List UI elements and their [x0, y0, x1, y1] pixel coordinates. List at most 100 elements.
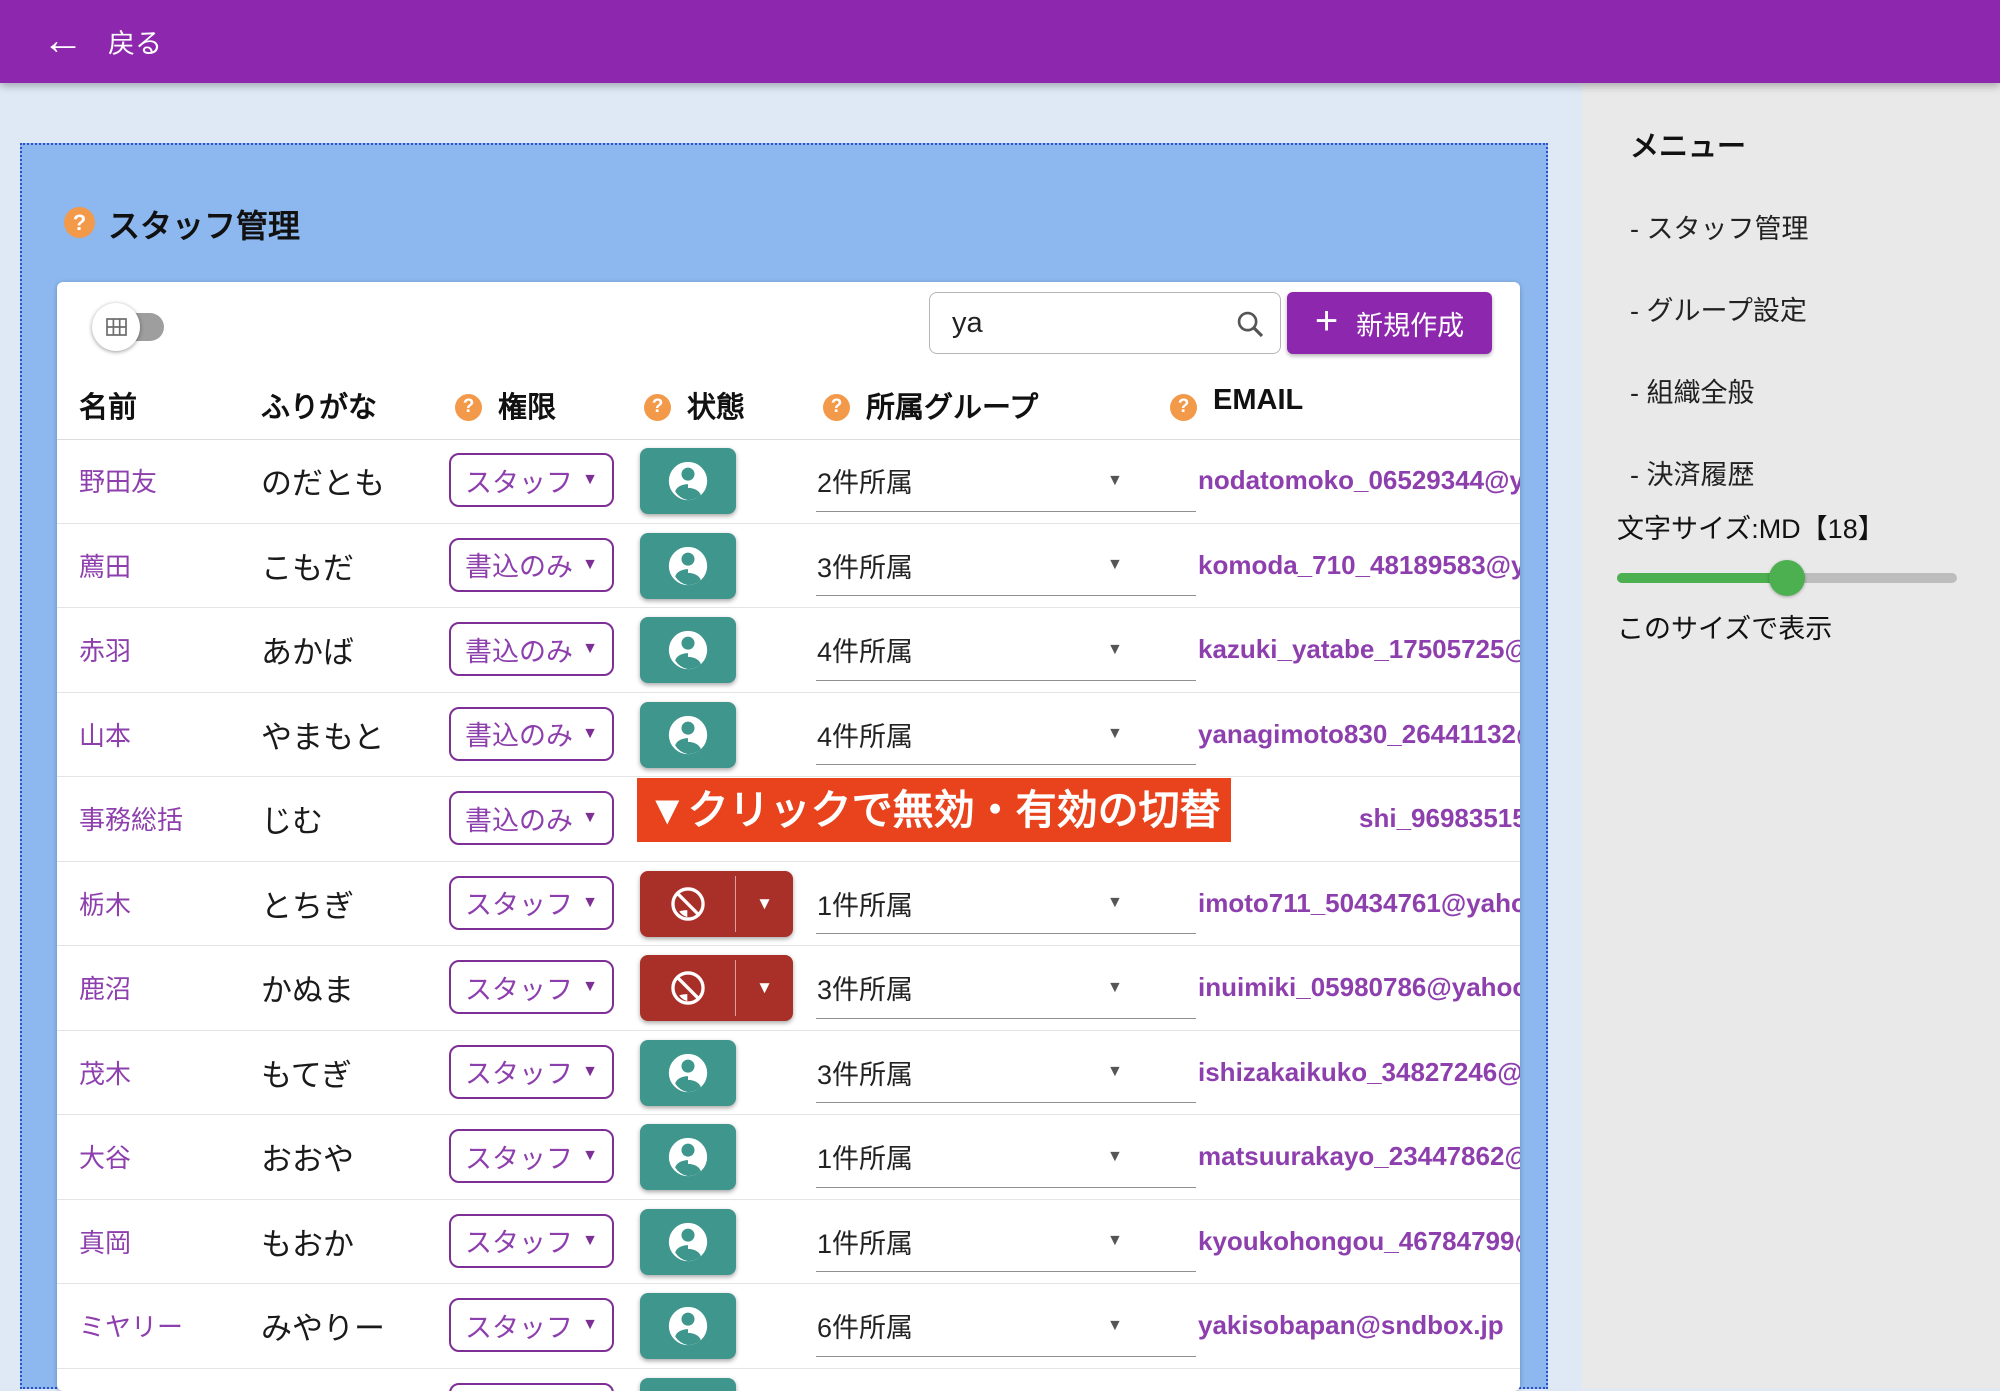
permission-select[interactable]: 書込のみ▼: [449, 707, 614, 761]
sidebar-item-payment-history[interactable]: - 決済履歴: [1630, 453, 1755, 492]
email-link[interactable]: nodatomoko_06529344@yaho: [1198, 439, 1520, 523]
toggle-thumb: [92, 303, 140, 351]
chevron-down-icon[interactable]: ▼: [1107, 1369, 1123, 1391]
toggle-hint-banner: ▼クリックで無効・有効の切替: [637, 778, 1231, 842]
email-link[interactable]: ishizakaikuko_34827246@yah: [1198, 1031, 1520, 1115]
back-button[interactable]: ← 戻る: [42, 21, 162, 63]
table-row: 赤羽あかば書込のみ▼ 4件所属▼kazuki_yatabe_17505725@h…: [57, 608, 1520, 693]
create-new-button[interactable]: + 新規作成: [1287, 292, 1492, 354]
permission-value: スタッフ: [465, 883, 573, 922]
staff-name: 茂木: [79, 1031, 131, 1115]
permission-select[interactable]: スタッフ▼: [449, 1045, 614, 1099]
staff-name: 鹿沼: [79, 946, 131, 1030]
grid-view-toggle[interactable]: [92, 302, 168, 352]
person-icon: [665, 1303, 711, 1349]
chevron-down-icon: ▼: [582, 471, 598, 489]
email-link[interactable]: yakiudon@sndbox.jp: [1198, 1369, 1460, 1391]
permission-select[interactable]: スタッフ▼: [449, 876, 614, 930]
table-row: 大谷おおやスタッフ▼ 1件所属▼matsuurakayo_23447862@gm: [57, 1115, 1520, 1200]
email-link[interactable]: kazuki_yatabe_17505725@hot: [1198, 608, 1520, 692]
email-link[interactable]: shi_96983515@: [1359, 777, 1520, 861]
staff-management-panel: ? スタッフ管理: [20, 143, 1548, 1389]
permission-select[interactable]: スタッフ ▼: [449, 453, 614, 507]
sidebar-item-group-settings[interactable]: - グループ設定: [1630, 289, 1807, 328]
search-icon[interactable]: [1234, 308, 1266, 345]
menu-sidebar: メニュー - スタッフ管理 - グループ設定 - 組織全般 - 決済履歴 文字サ…: [1582, 83, 2000, 1389]
staff-furigana: のだとも: [261, 439, 385, 523]
slider-thumb[interactable]: [1769, 560, 1805, 596]
permission-select[interactable]: スタッフ ▼: [449, 1214, 614, 1268]
status-active-button[interactable]: [640, 1209, 736, 1275]
font-size-slider[interactable]: [1617, 566, 1957, 590]
group-select-underline: [816, 595, 1196, 596]
sidebar-item-organization[interactable]: - 組織全般: [1630, 371, 1755, 410]
permission-select[interactable]: スタッフ▼: [449, 960, 614, 1014]
email-link[interactable]: imoto711_50434761@yahoo.c: [1198, 862, 1520, 946]
menu-title: メニュー: [1630, 123, 1746, 165]
permission-select[interactable]: スタッフ▼: [449, 1129, 614, 1183]
status-active-button[interactable]: [640, 1124, 736, 1190]
status-disabled-button[interactable]: ▼: [640, 955, 793, 1021]
status-active-button[interactable]: [640, 617, 736, 683]
staff-furigana: もおか: [261, 1200, 354, 1284]
chevron-down-icon[interactable]: ▼: [736, 955, 793, 1021]
staff-furigana: あかば: [261, 608, 354, 692]
permission-value: スタッフ: [465, 1306, 573, 1345]
person-icon: [665, 1219, 711, 1265]
sidebar-item-staff-management[interactable]: - スタッフ管理: [1630, 207, 1809, 246]
status-active-button[interactable]: [640, 533, 736, 599]
email-link[interactable]: matsuurakayo_23447862@gm: [1198, 1115, 1520, 1199]
group-select-underline: [816, 1271, 1196, 1272]
staff-name: 大谷: [79, 1115, 131, 1199]
group-select-underline: [816, 680, 1196, 681]
slider-fill: [1617, 573, 1787, 583]
table-row: 真岡もおかスタッフ▼ 1件所属▼kyoukohongou_46784799@ya: [57, 1200, 1520, 1285]
help-icon[interactable]: ?: [823, 387, 850, 421]
help-icon[interactable]: ?: [1170, 387, 1197, 421]
email-link[interactable]: kyoukohongou_46784799@ya: [1198, 1200, 1520, 1284]
back-button-label: 戻る: [108, 22, 162, 61]
help-icon[interactable]: ?: [455, 387, 482, 421]
staff-furigana: こもだ: [261, 524, 354, 608]
email-link[interactable]: komoda_710_48189583@yaho: [1198, 524, 1520, 608]
permission-select[interactable]: スタッフ▼: [449, 1383, 614, 1391]
chevron-down-icon: ▼: [582, 1232, 598, 1250]
status-active-button[interactable]: [640, 1293, 736, 1359]
permission-value: スタッフ: [465, 1221, 573, 1260]
status-disabled-button[interactable]: ▼: [640, 871, 793, 937]
staff-table-body: 野田友のだともスタッフ▼ 2件所属▼nodatomoko_06529344@ya…: [57, 439, 1520, 1391]
permission-select[interactable]: 書込のみ▼: [449, 791, 614, 845]
help-icon[interactable]: ?: [644, 387, 671, 421]
email-link[interactable]: yakisobapan@sndbox.jp: [1198, 1284, 1504, 1368]
staff-name: 事務総括: [79, 777, 183, 861]
group-select-value[interactable]: 3件所属: [817, 1369, 913, 1391]
font-size-label: 文字サイズ:MD【18】: [1617, 507, 1885, 546]
table-row: 茂木もてぎスタッフ▼ 3件所属▼ishizakaikuko_34827246@y…: [57, 1031, 1520, 1116]
group-select-underline: [816, 764, 1196, 765]
person-icon: [665, 712, 711, 758]
status-active-button[interactable]: [640, 1040, 736, 1106]
person-off-icon: [640, 871, 735, 937]
header-email: EMAIL: [1213, 384, 1303, 417]
status-active-button[interactable]: [640, 448, 736, 514]
search-input[interactable]: [930, 293, 1242, 353]
permission-value: スタッフ: [465, 461, 573, 500]
table-row: 苺いちごスタッフ▼ 3件所属▼yakiudon@sndbox.jp: [57, 1369, 1520, 1391]
status-active-button[interactable]: [640, 702, 736, 768]
permission-select[interactable]: スタッフ▼: [449, 1298, 614, 1352]
table-row: ミヤリーみやりースタッフ▼ 6件所属▼yakisobapan@sndbox.jp: [57, 1284, 1520, 1369]
chevron-down-icon[interactable]: ▼: [736, 871, 793, 937]
permission-select[interactable]: 書込のみ▼: [449, 622, 614, 676]
email-link[interactable]: yanagimoto830_26441132@gr: [1198, 693, 1520, 777]
permission-value: スタッフ: [465, 1052, 573, 1091]
group-select-underline: [816, 933, 1196, 934]
email-link[interactable]: inuimiki_05980786@yahoo.co.: [1198, 946, 1520, 1030]
staff-furigana: おおや: [261, 1115, 354, 1199]
person-icon: [665, 1388, 711, 1391]
help-icon[interactable]: ?: [64, 207, 95, 238]
staff-name: ミヤリー: [79, 1284, 183, 1368]
permission-value: 書込のみ: [465, 714, 573, 753]
table-row: 栃木とちぎスタッフ▼ ▼1件所属▼imoto711_50434761@yahoo…: [57, 862, 1520, 947]
header-permission: 権限: [498, 384, 556, 426]
permission-select[interactable]: 書込のみ▼: [449, 538, 614, 592]
